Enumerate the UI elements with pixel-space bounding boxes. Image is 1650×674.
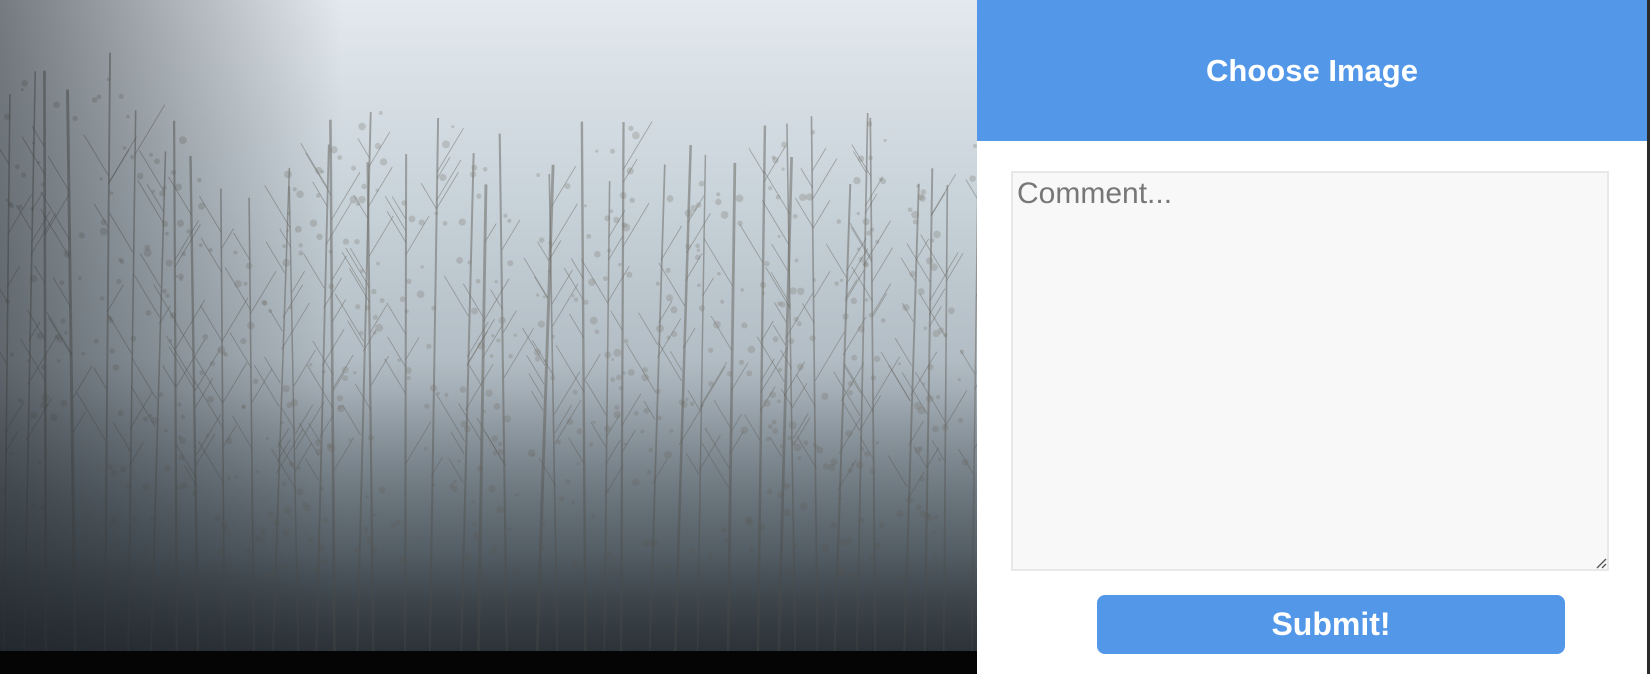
photo-preview <box>0 0 977 651</box>
choose-image-button[interactable]: Choose Image <box>977 0 1647 141</box>
submit-button[interactable]: Submit! <box>1097 595 1565 654</box>
photo-bottom-bar <box>0 651 977 674</box>
comment-textarea[interactable] <box>1011 171 1609 571</box>
upload-form-panel: Choose Image Submit! <box>977 0 1647 674</box>
resize-handle-icon[interactable] <box>1595 557 1607 569</box>
app-frame: Choose Image Submit! <box>0 0 1650 674</box>
